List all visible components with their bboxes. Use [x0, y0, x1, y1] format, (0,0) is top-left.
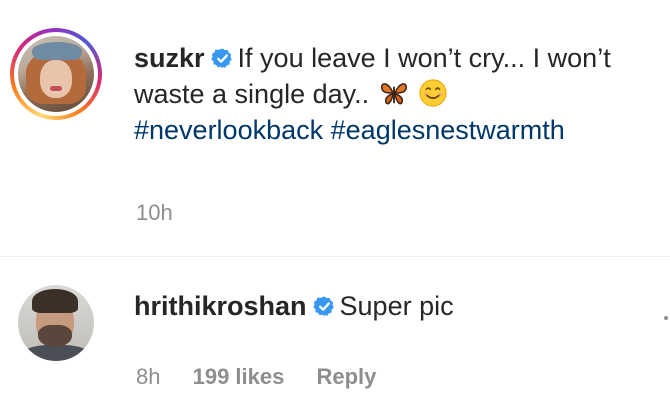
commenter-avatar[interactable]: [18, 285, 94, 361]
caption-text: If you leave I won’t cry... I won’t wast…: [134, 43, 611, 109]
post-author-avatar-ring[interactable]: [10, 28, 102, 120]
avatar-face: [40, 60, 72, 98]
avatar-lips: [50, 86, 62, 91]
comment-likes-count[interactable]: 199 likes: [193, 364, 285, 389]
verified-badge-icon: [210, 48, 232, 69]
avatar-shirt: [22, 345, 90, 361]
hashtag-link[interactable]: #neverlookback: [134, 115, 323, 145]
comment-timestamp[interactable]: 8h: [136, 364, 160, 389]
instagram-comment-thread: suzkr If you leave I won’t cry... I won’t…: [0, 0, 670, 416]
comment-meta: 8h 199 likes Reply: [136, 364, 402, 390]
avatar-cap: [32, 42, 82, 60]
comment-options-icon[interactable]: [664, 316, 668, 320]
commenter-username[interactable]: hrithikroshan: [134, 291, 307, 321]
post-caption: suzkr If you leave I won’t cry... I won’t…: [134, 40, 664, 148]
post-timestamp[interactable]: 10h: [136, 200, 173, 226]
post-author-avatar[interactable]: [18, 36, 94, 112]
section-divider: [0, 256, 670, 257]
smiling-face-emoji-icon: [419, 79, 447, 107]
comment-body: hrithikroshan Super pic: [134, 288, 454, 324]
avatar-beard: [38, 325, 72, 347]
butterfly-emoji-icon: [380, 83, 407, 105]
comment-text: Super pic: [339, 291, 454, 321]
avatar-hair: [32, 289, 78, 313]
reply-button[interactable]: Reply: [316, 364, 376, 389]
verified-badge-icon: [312, 296, 334, 317]
post-author-username[interactable]: suzkr: [134, 43, 205, 73]
hashtag-link[interactable]: #eaglesnestwarmth: [331, 115, 565, 145]
